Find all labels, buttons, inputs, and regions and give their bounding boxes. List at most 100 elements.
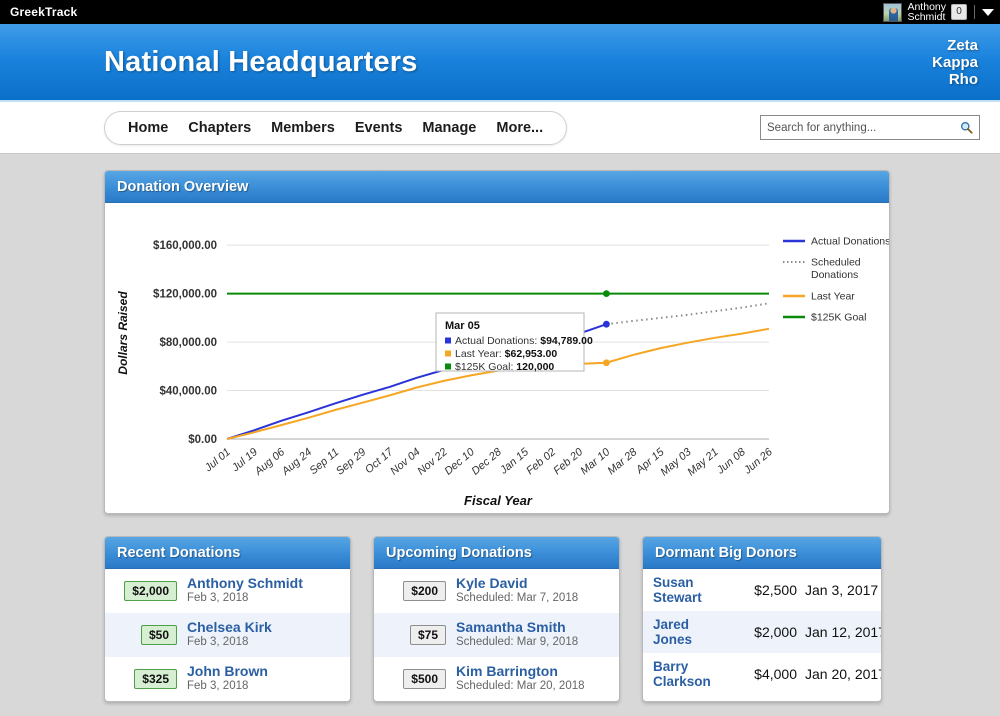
- donor-info: Samantha Smith Scheduled: Mar 9, 2018: [456, 620, 578, 650]
- table-row[interactable]: Barry Clarkson $4,000 Jan 20, 2017: [643, 653, 881, 695]
- donation-date: Jan 12, 2017: [805, 624, 882, 640]
- svg-text:Last Year: $62,953.00: Last Year: $62,953.00: [455, 348, 557, 360]
- nav-item-home[interactable]: Home: [121, 118, 175, 138]
- donation-amount: $2,000: [124, 581, 177, 601]
- amount-cell: $2,000: [115, 581, 177, 601]
- nav-item-chapters[interactable]: Chapters: [181, 118, 258, 138]
- svg-text:$0.00: $0.00: [188, 434, 217, 446]
- org-line-2: Kappa: [932, 53, 978, 71]
- recent-donations-list: $2,000 Anthony Schmidt Feb 3, 2018 $50 C…: [105, 569, 350, 701]
- donor-name[interactable]: John Brown: [187, 664, 268, 679]
- upcoming-donations-list: $200 Kyle David Scheduled: Mar 7, 2018 $…: [374, 569, 619, 701]
- search-icon[interactable]: [960, 121, 973, 134]
- svg-text:Fiscal Year: Fiscal Year: [464, 493, 533, 508]
- donor-name[interactable]: Kim Barrington: [456, 664, 585, 679]
- donor-first-name: Susan: [653, 575, 694, 590]
- list-item[interactable]: $500 Kim Barrington Scheduled: Mar 20, 2…: [374, 657, 619, 701]
- svg-text:Jun 08: Jun 08: [714, 446, 748, 478]
- svg-text:Mar 10: Mar 10: [578, 446, 613, 478]
- page-content: Donation Overview $0.00 $40,000.00 $80,000…: [0, 154, 1000, 702]
- donation-overview-card: Donation Overview $0.00 $40,000.00 $80,000…: [104, 170, 890, 514]
- user-name[interactable]: Anthony Schmidt: [907, 1, 946, 23]
- nav-item-manage[interactable]: Manage: [415, 118, 483, 138]
- svg-text:Jul 01: Jul 01: [202, 446, 233, 475]
- chart-svg[interactable]: $0.00 $40,000.00 $80,000.00 $120,000.00 $160…: [105, 203, 889, 513]
- app-brand[interactable]: GreekTrack: [10, 5, 77, 19]
- donor-info: Chelsea Kirk Feb 3, 2018: [187, 620, 272, 650]
- nav-item-members[interactable]: Members: [264, 118, 342, 138]
- donation-amount: $500: [403, 669, 446, 689]
- donor-name[interactable]: Kyle David: [456, 576, 578, 591]
- donation-amount: $2,000: [754, 624, 797, 640]
- donor-info: John Brown Feb 3, 2018: [187, 664, 268, 694]
- donor-info: Kyle David Scheduled: Mar 7, 2018: [456, 576, 578, 606]
- donation-amount: $4,000: [754, 666, 797, 682]
- svg-text:Feb 02: Feb 02: [524, 446, 558, 477]
- list-item[interactable]: $75 Samantha Smith Scheduled: Mar 9, 201…: [374, 613, 619, 657]
- donation-date: Feb 3, 2018: [187, 636, 249, 648]
- donation-overview-chart[interactable]: $0.00 $40,000.00 $80,000.00 $120,000.00 $160…: [105, 203, 889, 513]
- donor-first-name: Barry: [653, 659, 689, 674]
- svg-text:$120,000.00: $120,000.00: [153, 289, 217, 301]
- donation-date: Feb 3, 2018: [187, 592, 249, 604]
- amount-cell: $500: [384, 669, 446, 689]
- scheduled-date: Scheduled: Mar 9, 2018: [456, 636, 579, 648]
- donor-name[interactable]: Barry Clarkson: [653, 659, 727, 689]
- donor-name[interactable]: Susan Stewart: [653, 575, 727, 605]
- donor-last-name: Stewart: [653, 590, 702, 605]
- donor-name[interactable]: Jared Jones: [653, 617, 727, 647]
- divider: [974, 5, 975, 19]
- amount-cell: $75: [384, 625, 446, 645]
- donation-amount: $2,500: [754, 582, 797, 598]
- svg-text:$40,000.00: $40,000.00: [159, 386, 217, 398]
- donation-date: Feb 3, 2018: [187, 680, 249, 692]
- donation-amount: $200: [403, 581, 446, 601]
- dormant-big-donors-list: Susan Stewart $2,500 Jan 3, 2017 Jared J…: [643, 569, 881, 695]
- donor-info: Kim Barrington Scheduled: Mar 20, 2018: [456, 664, 585, 694]
- search-input[interactable]: [761, 116, 979, 139]
- dormant-big-donors-card: Dormant Big Donors Susan Stewart $2,500 …: [642, 536, 882, 702]
- svg-text:Donations: Donations: [811, 269, 858, 281]
- list-item[interactable]: $50 Chelsea Kirk Feb 3, 2018: [105, 613, 350, 657]
- svg-text:Aug 24: Aug 24: [279, 446, 314, 478]
- donor-name[interactable]: Samantha Smith: [456, 620, 578, 635]
- org-line-3: Rho: [948, 70, 978, 88]
- nav-item-events[interactable]: Events: [348, 118, 410, 138]
- svg-text:Actual Donations: $94,789.00: Actual Donations: $94,789.00: [455, 335, 593, 347]
- donation-date: Jan 3, 2017: [805, 582, 879, 598]
- svg-text:Mar 28: Mar 28: [605, 446, 640, 478]
- search-box: [760, 115, 980, 140]
- donor-info: Anthony Schmidt Feb 3, 2018: [187, 576, 303, 606]
- main-navigation: Home Chapters Members Events Manage More…: [104, 110, 568, 145]
- svg-text:May 21: May 21: [685, 446, 720, 478]
- table-row[interactable]: Jared Jones $2,000 Jan 12, 2017: [643, 611, 881, 653]
- donor-name[interactable]: Anthony Schmidt: [187, 576, 303, 591]
- svg-text:Last Year: Last Year: [811, 291, 855, 303]
- chevron-down-icon[interactable]: [982, 8, 994, 16]
- list-item[interactable]: $200 Kyle David Scheduled: Mar 7, 2018: [374, 569, 619, 613]
- top-bar: GreekTrack Anthony Schmidt 0: [0, 0, 1000, 24]
- svg-text:Nov 04: Nov 04: [388, 446, 422, 478]
- donor-last-name: Clarkson: [653, 674, 711, 689]
- donation-overview-title: Donation Overview: [105, 171, 889, 203]
- nav-item-more[interactable]: More...: [489, 118, 550, 138]
- recent-donations-title: Recent Donations: [105, 537, 350, 569]
- organization-name: Zeta Kappa Rho: [932, 37, 978, 88]
- table-row[interactable]: Susan Stewart $2,500 Jan 3, 2017: [643, 569, 881, 611]
- svg-text:$125K Goal: $125K Goal: [811, 312, 866, 324]
- svg-text:Jun 26: Jun 26: [741, 446, 775, 478]
- amount-cell: $325: [115, 669, 177, 689]
- donor-name[interactable]: Chelsea Kirk: [187, 620, 272, 635]
- list-item[interactable]: $325 John Brown Feb 3, 2018: [105, 657, 350, 701]
- list-item[interactable]: $2,000 Anthony Schmidt Feb 3, 2018: [105, 569, 350, 613]
- donation-amount: $325: [134, 669, 177, 689]
- avatar[interactable]: [883, 2, 903, 22]
- svg-text:Dec 28: Dec 28: [470, 446, 505, 478]
- notification-badge[interactable]: 0: [951, 4, 967, 20]
- scheduled-date: Scheduled: Mar 7, 2018: [456, 592, 579, 604]
- svg-text:Sep 29: Sep 29: [334, 446, 368, 478]
- svg-text:Scheduled: Scheduled: [811, 257, 861, 269]
- svg-text:$160,000.00: $160,000.00: [153, 240, 217, 252]
- donor-last-name: Jones: [653, 632, 693, 647]
- donation-amount: $50: [140, 625, 177, 645]
